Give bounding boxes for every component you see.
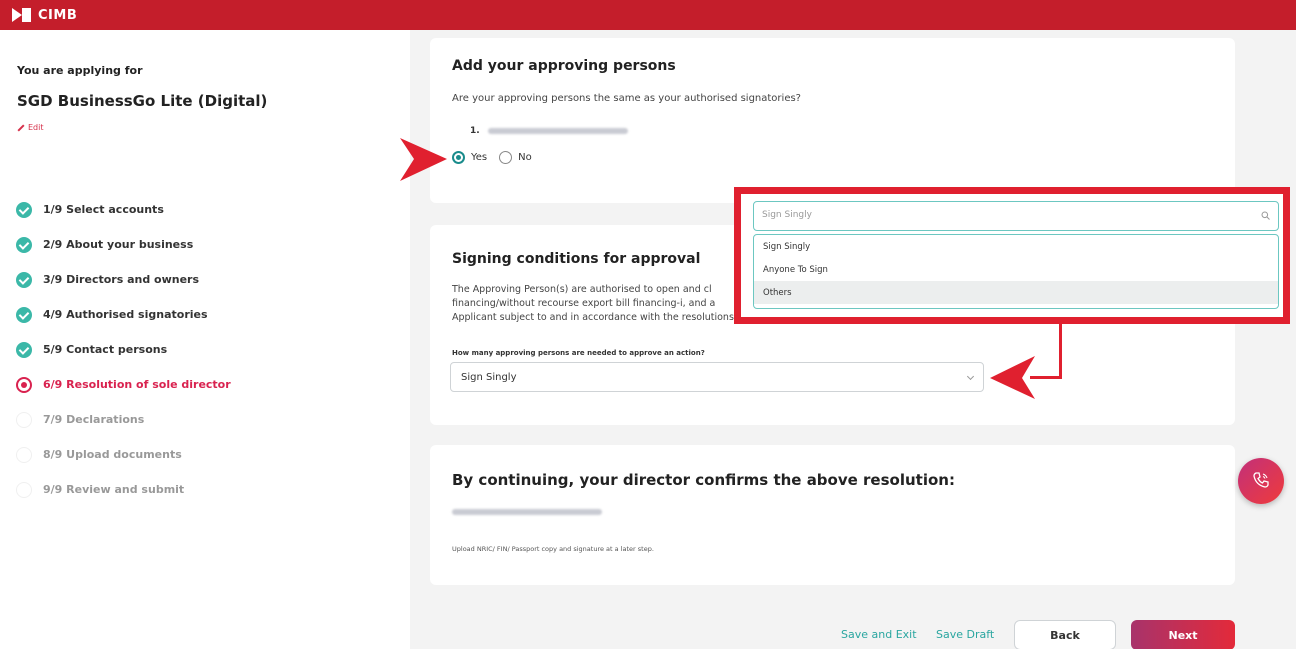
approving-title: Add your approving persons <box>452 58 676 74</box>
dropdown-option-sign-singly[interactable]: Sign Singly <box>754 235 1278 258</box>
step-label: 7/9 Declarations <box>43 413 145 426</box>
applying-label: You are applying for <box>17 64 143 77</box>
step-label: 4/9 Authorised signatories <box>43 308 208 321</box>
no-label: No <box>518 152 532 163</box>
check-circle-icon <box>16 271 32 288</box>
dropdown-options-list: Sign Singly Anyone To Sign Others <box>753 234 1279 309</box>
step-contact-persons[interactable]: 5/9 Contact persons <box>16 332 231 367</box>
approving-person-item: 1. <box>470 126 628 136</box>
step-declarations: 7/9 Declarations <box>16 402 231 437</box>
approving-radio-group: Yes No <box>452 151 532 164</box>
step-upload-documents: 8/9 Upload documents <box>16 437 231 472</box>
signing-title: Signing conditions for approval <box>452 251 701 267</box>
dropdown-callout: Sign Singly Sign Singly Anyone To Sign O… <box>734 187 1290 324</box>
step-list: 1/9 Select accounts 2/9 About your busin… <box>16 192 231 507</box>
step-about-business[interactable]: 2/9 About your business <box>16 227 231 262</box>
pointer-arrow-icon <box>990 356 1035 399</box>
check-circle-icon <box>16 201 32 218</box>
approving-question: Are your approving persons the same as y… <box>452 93 801 104</box>
step-label: 5/9 Contact persons <box>43 343 168 356</box>
step-label: 2/9 About your business <box>43 238 194 251</box>
step-review-submit: 9/9 Review and submit <box>16 472 231 507</box>
cimb-logo[interactable]: CIMB <box>12 8 77 23</box>
dropdown-option-anyone-to-sign[interactable]: Anyone To Sign <box>754 258 1278 281</box>
phone-icon <box>1253 472 1269 488</box>
step-label: 9/9 Review and submit <box>43 483 185 496</box>
pending-step-icon <box>16 446 32 463</box>
search-icon <box>1261 211 1270 220</box>
step-label: 6/9 Resolution of sole director <box>43 378 231 391</box>
pencil-icon <box>17 123 25 132</box>
edit-link[interactable]: Edit <box>17 123 44 132</box>
pointer-arrow-icon <box>400 138 447 181</box>
step-label: 8/9 Upload documents <box>43 448 182 461</box>
check-circle-icon <box>16 236 32 253</box>
approvers-count-value: Sign Singly <box>461 371 517 383</box>
call-support-button[interactable] <box>1238 458 1284 504</box>
current-step-icon <box>16 376 32 393</box>
approving-persons-card: Add your approving persons Are your appr… <box>430 38 1235 203</box>
approvers-count-select[interactable]: Sign Singly <box>450 362 984 392</box>
step-resolution-sole-director[interactable]: 6/9 Resolution of sole director <box>16 367 231 402</box>
step-label: 3/9 Directors and owners <box>43 273 200 286</box>
save-draft-link[interactable]: Save Draft <box>936 628 994 641</box>
back-button[interactable]: Back <box>1014 620 1116 649</box>
step-authorised-signatories[interactable]: 4/9 Authorised signatories <box>16 297 231 332</box>
person-index: 1. <box>470 126 480 136</box>
dropdown-option-others[interactable]: Others <box>754 281 1278 304</box>
save-and-exit-link[interactable]: Save and Exit <box>841 628 917 641</box>
cimb-logo-icon <box>12 8 32 22</box>
yes-label: Yes <box>471 152 488 163</box>
sidebar: You are applying for SGD BusinessGo Lite… <box>0 30 410 649</box>
step-directors-owners[interactable]: 3/9 Directors and owners <box>16 262 231 297</box>
person-name-redacted <box>487 128 628 134</box>
edit-label: Edit <box>28 123 44 132</box>
no-radio[interactable] <box>499 151 513 164</box>
dropdown-search-text: Sign Singly <box>762 210 812 220</box>
next-button[interactable]: Next <box>1131 620 1235 649</box>
connector-line <box>1059 324 1062 378</box>
confirm-title: By continuing, your director confirms th… <box>452 471 955 489</box>
approvers-count-label: How many approving persons are needed to… <box>452 349 705 357</box>
step-select-accounts[interactable]: 1/9 Select accounts <box>16 192 231 227</box>
confirmation-card: By continuing, your director confirms th… <box>430 445 1235 585</box>
step-label: 1/9 Select accounts <box>43 203 164 216</box>
pending-step-icon <box>16 481 32 498</box>
director-name-redacted <box>452 509 602 515</box>
chevron-down-icon <box>966 372 975 381</box>
yes-radio[interactable] <box>452 151 465 164</box>
dropdown-search-input[interactable]: Sign Singly <box>753 201 1279 231</box>
brand-name: CIMB <box>38 7 78 23</box>
check-circle-icon <box>16 306 32 323</box>
product-name: SGD BusinessGo Lite (Digital) <box>17 92 268 110</box>
check-circle-icon <box>16 341 32 358</box>
top-bar: CIMB <box>0 0 1296 30</box>
upload-note: Upload NRIC/ FIN/ Passport copy and sign… <box>452 545 654 553</box>
pending-step-icon <box>16 411 32 428</box>
